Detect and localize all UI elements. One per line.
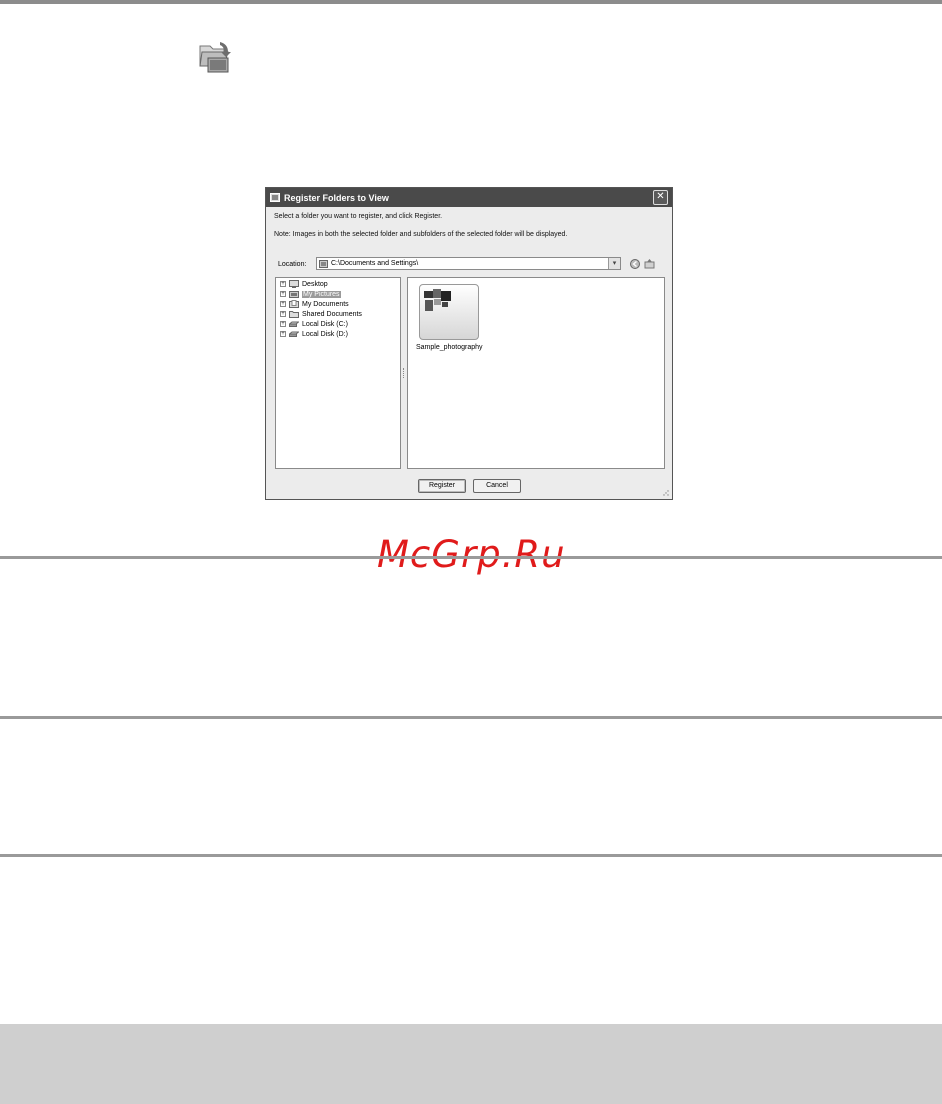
tree-item-my-documents[interactable]: + My Documents <box>280 299 349 309</box>
expand-icon[interactable]: + <box>280 311 286 317</box>
cancel-button[interactable]: Cancel <box>473 479 521 493</box>
window-icon <box>270 193 280 202</box>
expand-icon[interactable]: + <box>280 281 286 287</box>
folder-tree[interactable]: + Desktop + My Pictures + My Documents +… <box>275 277 401 469</box>
tree-item-desktop[interactable]: + Desktop <box>280 279 328 289</box>
folder-contents-pane[interactable]: Sample_photography <box>407 277 665 469</box>
tree-item-my-pictures[interactable]: + My Pictures <box>280 289 341 299</box>
expand-icon[interactable]: + <box>280 321 286 327</box>
up-folder-icon[interactable] <box>644 258 655 269</box>
register-folders-dialog: Register Folders to View ✕ Select a fold… <box>265 187 673 500</box>
folder-thumbnail[interactable] <box>419 284 479 340</box>
location-value: C:\Documents and Settings\ <box>331 260 419 267</box>
expand-icon[interactable]: + <box>280 291 286 297</box>
instruction-text: Select a folder you want to register, an… <box>274 213 443 220</box>
divider <box>0 716 942 719</box>
expand-icon[interactable]: + <box>280 331 286 337</box>
close-icon: ✕ <box>656 191 665 202</box>
tree-item-label: Local Disk (D:) <box>302 330 348 338</box>
documents-folder-icon <box>289 300 299 308</box>
tree-item-label: My Pictures <box>302 290 341 298</box>
resize-grip-icon[interactable] <box>662 489 670 497</box>
dialog-titlebar[interactable]: Register Folders to View ✕ <box>266 188 672 207</box>
dialog-title: Register Folders to View <box>284 192 389 203</box>
close-button[interactable]: ✕ <box>653 190 668 205</box>
pictures-folder-icon <box>289 291 299 298</box>
divider <box>0 854 942 857</box>
folder-location-icon <box>319 260 328 268</box>
tree-item-local-disk-c[interactable]: + Local Disk (C:) <box>280 319 348 329</box>
disk-icon <box>289 321 299 327</box>
footer-band <box>0 1024 942 1104</box>
divider <box>0 556 942 559</box>
expand-icon[interactable]: + <box>280 301 286 307</box>
tree-item-label: Shared Documents <box>302 310 362 318</box>
register-button[interactable]: Register <box>418 479 466 493</box>
pane-splitter[interactable] <box>403 368 406 378</box>
tree-item-label: My Documents <box>302 300 349 308</box>
back-arrow-icon[interactable] <box>630 259 640 269</box>
disk-icon <box>289 331 299 337</box>
watermark: McGrp.Ru <box>377 533 566 576</box>
note-text: Note: Images in both the selected folder… <box>274 231 568 238</box>
register-folder-icon <box>199 42 231 73</box>
photo-folder-icon <box>424 289 451 311</box>
desktop-icon <box>289 280 299 288</box>
location-label: Location: <box>278 261 307 268</box>
folder-item-label: Sample_photography <box>416 344 483 351</box>
location-select[interactable]: C:\Documents and Settings\ ▾ <box>316 257 621 270</box>
chevron-down-icon[interactable]: ▾ <box>608 258 620 269</box>
tree-item-local-disk-d[interactable]: + Local Disk (D:) <box>280 329 348 339</box>
top-rule <box>0 0 942 4</box>
tree-item-label: Desktop <box>302 280 328 288</box>
tree-item-shared-documents[interactable]: + Shared Documents <box>280 309 362 319</box>
folder-icon <box>289 311 299 318</box>
tree-item-label: Local Disk (C:) <box>302 320 348 328</box>
